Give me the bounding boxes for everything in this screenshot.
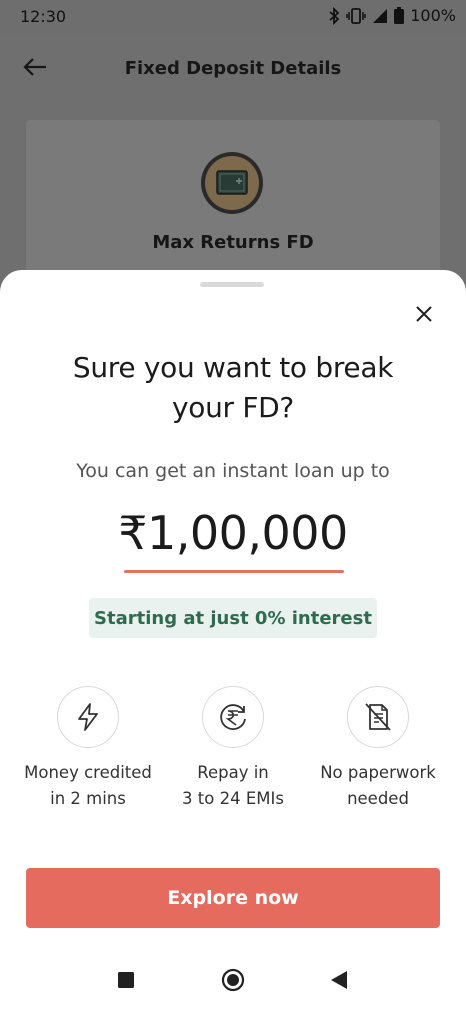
- square-icon: [118, 972, 134, 988]
- fd-summary-card: Max Returns FD: [26, 120, 440, 290]
- feature-no-paperwork: No paperwork needed: [298, 686, 458, 812]
- lightning-icon: [57, 686, 119, 748]
- signal-icon: [373, 8, 388, 23]
- feature-label-line2: 3 to 24 EMIs: [182, 789, 284, 808]
- feature-label-line2: in 2 mins: [50, 789, 126, 808]
- vibrate-icon: [346, 7, 366, 24]
- triangle-back-icon: [331, 971, 347, 989]
- bluetooth-icon: [329, 6, 340, 25]
- no-paperwork-icon: [347, 686, 409, 748]
- battery-icon: [394, 7, 405, 24]
- feature-label-line1: Money credited: [24, 763, 152, 782]
- loan-subtitle: You can get an instant loan up to: [76, 460, 390, 482]
- status-time: 12:30: [20, 7, 67, 26]
- home-circle-icon: [221, 968, 245, 992]
- feature-money-credited: Money credited in 2 mins: [8, 686, 168, 812]
- rupee-repay-icon: [202, 686, 264, 748]
- feature-repay: Repay in 3 to 24 EMIs: [153, 686, 313, 812]
- feature-label-line1: No paperwork: [320, 763, 436, 782]
- page-title: Fixed Deposit Details: [124, 58, 342, 79]
- home-button[interactable]: [221, 968, 245, 996]
- back-nav-button[interactable]: [330, 970, 348, 994]
- sheet-title: Sure you want to break your FD?: [40, 348, 426, 428]
- feature-list: Money credited in 2 mins Repay in 3 to 2…: [0, 686, 466, 826]
- battery-percent: 100%: [410, 6, 456, 25]
- feature-label-line1: Repay in: [197, 763, 269, 782]
- break-fd-sheet: Sure you want to break your FD? You can …: [0, 270, 466, 960]
- close-icon: [416, 306, 432, 322]
- status-bar: 12:30 100%: [0, 0, 466, 34]
- system-nav-bar: [0, 950, 466, 1010]
- loan-amount: ₹1,00,000: [118, 506, 348, 560]
- fd-name: Max Returns FD: [152, 232, 314, 253]
- interest-badge: Starting at just 0% interest: [89, 598, 377, 638]
- sheet-title-line1: Sure you want to break: [72, 351, 394, 384]
- status-icons: 100%: [328, 6, 456, 25]
- close-button[interactable]: [408, 298, 440, 330]
- fd-badge: [201, 152, 263, 214]
- sheet-title-line2: your FD?: [172, 391, 294, 424]
- recents-button[interactable]: [118, 972, 134, 992]
- amount-underline: [124, 570, 344, 573]
- feature-label-line2: needed: [347, 789, 409, 808]
- app-bar: Fixed Deposit Details: [0, 34, 466, 102]
- explore-now-button[interactable]: Explore now: [26, 868, 440, 928]
- drag-handle[interactable]: [200, 282, 264, 287]
- safe-icon: [216, 170, 248, 195]
